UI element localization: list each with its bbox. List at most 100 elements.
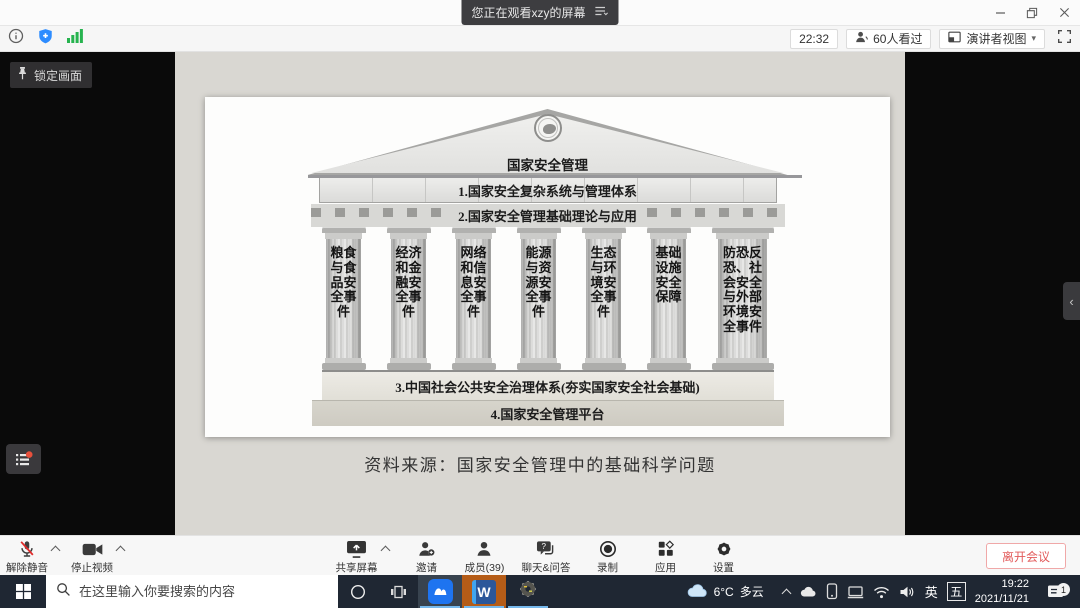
task-view-button[interactable]: [378, 575, 418, 608]
fullscreen-button[interactable]: [1057, 29, 1072, 49]
clock-date: 2021/11/21: [975, 592, 1029, 607]
presenter-screen: 国家安全管理 1.国家安全复杂系统与管理体系 2.国家安全管理基础理论与应用 粮…: [175, 52, 905, 535]
gear-icon: [715, 540, 733, 558]
layout-icon: [948, 31, 961, 46]
meeting-info-icon[interactable]: [8, 28, 24, 49]
word-app-icon: W: [472, 580, 496, 604]
apps-grid-icon: [657, 540, 675, 558]
message-list-icon: [15, 451, 33, 468]
camera-icon: [82, 540, 103, 558]
weather-desc: 多云: [740, 583, 764, 600]
collapse-panel-button[interactable]: ‹: [1063, 282, 1080, 320]
ime-mode-indicator[interactable]: 五: [947, 582, 966, 601]
view-mode-button[interactable]: 演讲者视图 ▾: [939, 29, 1045, 49]
chat-messages-float-button[interactable]: [6, 444, 41, 474]
meeting-timer: 22:32: [790, 29, 838, 49]
meeting-app-window: 您正在观看xzy的屏幕: [0, 0, 1080, 608]
meeting-info-bar: 22:32 60人看过 演讲者视图 ▾: [0, 26, 1080, 52]
window-controls: [984, 0, 1080, 25]
close-button[interactable]: [1048, 0, 1080, 25]
settings-label: 设置: [713, 560, 734, 575]
taskbar-search[interactable]: [46, 575, 338, 608]
search-icon: [56, 582, 71, 602]
weather-widget[interactable]: 6°C 多云: [676, 582, 774, 601]
record-icon: [599, 540, 617, 558]
toolbar-left-group: 解除静音 停止视频: [6, 536, 124, 575]
minimize-button[interactable]: [984, 0, 1016, 25]
pin-view-button[interactable]: 锁定画面: [10, 62, 92, 88]
apps-button[interactable]: 应用: [645, 536, 687, 575]
pillar-ecology-environment: 生态与环境安全事件: [582, 227, 626, 370]
temple-beam-2: 2.国家安全管理基础理论与应用: [311, 204, 785, 227]
network-signal-icon[interactable]: [67, 29, 83, 48]
pin-icon: [16, 66, 29, 84]
mute-options-chevron[interactable]: [51, 546, 61, 556]
phone-link-icon[interactable]: [826, 583, 838, 600]
record-button[interactable]: 录制: [587, 536, 629, 575]
viewers-count: 60人看过: [873, 30, 922, 47]
settings-button[interactable]: 设置: [703, 536, 745, 575]
computer-device-icon[interactable]: [847, 585, 864, 599]
onedrive-cloud-icon[interactable]: [799, 585, 817, 598]
start-button[interactable]: [0, 575, 46, 608]
unmute-button[interactable]: 解除静音: [6, 536, 48, 575]
meeting-app-icon: [428, 579, 453, 604]
volume-icon[interactable]: [899, 585, 916, 599]
ime-language-indicator[interactable]: 英: [925, 582, 938, 601]
wifi-icon[interactable]: [873, 585, 890, 599]
view-mode-label: 演讲者视图: [966, 30, 1026, 47]
share-options-chevron[interactable]: [381, 546, 391, 556]
action-center-button[interactable]: 1: [1038, 584, 1072, 599]
meeting-timer-text: 22:32: [799, 32, 829, 46]
taskbar-app-utility[interactable]: [506, 575, 550, 608]
banner-menu-icon[interactable]: [595, 5, 609, 20]
meeting-toolbar: 解除静音 停止视频 共享屏幕: [0, 535, 1080, 575]
video-options-chevron[interactable]: [116, 546, 126, 556]
temple-title: 国家安全管理: [308, 154, 788, 174]
watching-banner-text: 您正在观看xzy的屏幕: [471, 4, 585, 21]
viewers-button[interactable]: 60人看过: [846, 29, 931, 49]
taskbar-app-word[interactable]: W: [462, 575, 506, 608]
cortana-button[interactable]: [338, 575, 378, 608]
stop-video-button[interactable]: 停止视频: [71, 536, 113, 575]
invite-button[interactable]: 邀请: [405, 536, 447, 575]
watching-banner: 您正在观看xzy的屏幕: [461, 0, 618, 25]
invite-label: 邀请: [416, 560, 437, 575]
apps-label: 应用: [655, 560, 676, 575]
chat-qa-button[interactable]: ? 聊天&问答: [521, 536, 570, 575]
members-button[interactable]: 成员(39): [463, 536, 505, 575]
globe-emblem-icon: [534, 114, 562, 142]
cortana-icon: [350, 584, 366, 600]
slide-image: 国家安全管理 1.国家安全复杂系统与管理体系 2.国家安全管理基础理论与应用 粮…: [205, 97, 890, 437]
toolbar-center-group: 共享屏幕 邀请 成员(39) ? 聊天&问答: [335, 536, 744, 575]
windows-logo-icon: [16, 584, 31, 599]
chat-bubble-icon: ?: [535, 540, 556, 558]
share-screen-label: 共享屏幕: [335, 560, 377, 575]
search-input[interactable]: [79, 584, 328, 599]
share-screen-icon: [346, 540, 367, 558]
security-shield-icon[interactable]: [37, 28, 54, 50]
temple-pediment: 国家安全管理: [308, 109, 788, 175]
tray-overflow-chevron[interactable]: [783, 587, 790, 597]
temple-beam-1: 1.国家安全复杂系统与管理体系: [319, 178, 777, 203]
share-screen-button[interactable]: 共享屏幕: [335, 536, 377, 575]
pillar-energy-resource: 能源与资源安全事件: [517, 227, 561, 370]
leave-meeting-button[interactable]: 离开会议: [986, 543, 1066, 569]
slide-caption: 资料来源：国家安全管理中的基础科学问题: [175, 451, 905, 476]
pillar-counterterror-social: 防恐反恐、社会安全与外部环境安全事件: [712, 227, 774, 370]
shared-screen-area: 国家安全管理 1.国家安全复杂系统与管理体系 2.国家安全管理基础理论与应用 粮…: [0, 52, 1080, 535]
pillar-economy-finance: 经济和金融安全事件: [387, 227, 431, 370]
pillar-network-info: 网络和信息安全事件: [452, 227, 496, 370]
temple-columns: 粮食与食品安全事件 经济和金融安全事件 网络和信息安全事件: [322, 227, 774, 370]
viewers-icon: [855, 31, 868, 46]
taskbar-clock[interactable]: 19:22 2021/11/21: [975, 577, 1029, 607]
taskbar-app-meeting[interactable]: [418, 575, 462, 608]
chevron-down-icon: ▾: [1031, 33, 1036, 44]
restore-button[interactable]: [1016, 0, 1048, 25]
stop-video-label: 停止视频: [71, 560, 113, 575]
temple-diagram: 国家安全管理 1.国家安全复杂系统与管理体系 2.国家安全管理基础理论与应用 粮…: [308, 109, 788, 426]
unmute-label: 解除静音: [6, 560, 48, 575]
pillar-food-safety: 粮食与食品安全事件: [322, 227, 366, 370]
chat-qa-label: 聊天&问答: [521, 560, 570, 575]
pillar-infrastructure: 基础设施安全保障: [647, 227, 691, 370]
